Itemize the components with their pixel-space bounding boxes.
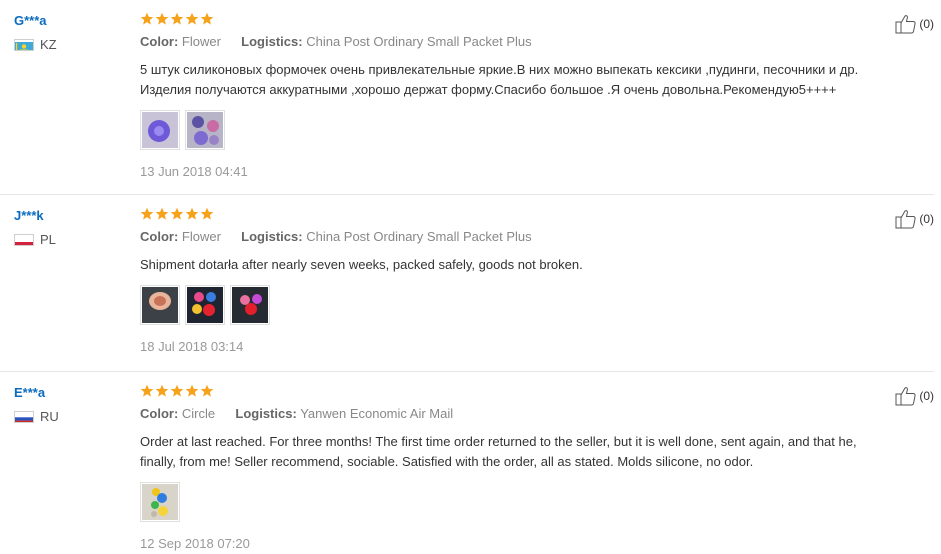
star-icon <box>155 207 169 220</box>
thumbs-up-icon <box>895 15 916 34</box>
country-code: PL <box>40 232 56 247</box>
review-photo-thumbnail[interactable] <box>185 110 225 150</box>
helpful-count: (0) <box>919 17 934 31</box>
star-icon <box>155 12 169 25</box>
star-icon <box>170 207 184 220</box>
color-value: Circle <box>181 406 216 421</box>
review-photo-thumbnail[interactable] <box>140 285 180 325</box>
reviewer-country: RU <box>14 409 124 424</box>
logistics-label: Logistics: <box>235 406 297 421</box>
color-label: Color: <box>140 406 179 421</box>
color-value: Flower <box>181 34 221 49</box>
color-value: Flower <box>181 229 221 244</box>
review-content: Color: Flower Logistics: China Post Ordi… <box>140 12 880 179</box>
country-code: KZ <box>40 37 57 52</box>
star-icon <box>185 12 199 25</box>
reviewer-info: G***a KZ <box>14 12 124 52</box>
reviewer-name[interactable]: J***k <box>14 207 124 224</box>
star-rating <box>140 12 880 29</box>
star-icon <box>140 12 154 25</box>
review-photo-thumbnail[interactable] <box>185 285 225 325</box>
star-icon <box>200 12 214 25</box>
reviewer-country: PL <box>14 232 124 247</box>
reviewer-country: KZ <box>14 37 124 52</box>
review-photo-thumbnail[interactable] <box>140 110 180 150</box>
review-date: 18 Jul 2018 03:14 <box>140 339 244 354</box>
color-label: Color: <box>140 229 179 244</box>
flag-ru-icon <box>14 410 34 423</box>
thumbs-up-icon <box>895 387 916 406</box>
review-photos <box>140 110 880 150</box>
star-icon <box>140 207 154 220</box>
star-icon <box>200 384 214 397</box>
color-label: Color: <box>140 34 179 49</box>
review-item: E***a RU Color: Circle Logistics: Yanwen… <box>0 372 934 554</box>
helpful-count: (0) <box>919 389 934 403</box>
star-rating <box>140 207 880 224</box>
country-code: RU <box>40 409 59 424</box>
review-photo-thumbnail[interactable] <box>140 482 180 522</box>
helpful-button[interactable]: (0) <box>895 209 934 229</box>
review-photo-thumbnail[interactable] <box>230 285 270 325</box>
order-info: Color: Flower Logistics: China Post Ordi… <box>140 33 880 51</box>
logistics-value: China Post Ordinary Small Packet Plus <box>306 34 532 49</box>
helpful-button[interactable]: (0) <box>895 14 934 34</box>
star-icon <box>185 207 199 220</box>
star-icon <box>140 384 154 397</box>
helpful-count: (0) <box>919 212 934 226</box>
review-text: Shipment dotarła after nearly seven week… <box>140 257 583 272</box>
logistics-value: China Post Ordinary Small Packet Plus <box>306 229 532 244</box>
review-item: J***k PL Color: Flower Logistics: China … <box>0 195 934 372</box>
star-icon <box>170 384 184 397</box>
star-icon <box>155 384 169 397</box>
flag-pl-icon <box>14 233 34 246</box>
reviewer-name[interactable]: G***a <box>14 12 124 29</box>
review-content: Color: Circle Logistics: Yanwen Economic… <box>140 384 880 551</box>
logistics-label: Logistics: <box>241 34 303 49</box>
review-item: G***a KZ Color: Flower Logistics: China … <box>0 0 934 195</box>
order-info: Color: Flower Logistics: China Post Ordi… <box>140 228 880 246</box>
logistics-label: Logistics: <box>241 229 303 244</box>
thumbs-up-icon <box>895 210 916 229</box>
reviewer-info: J***k PL <box>14 207 124 247</box>
reviewer-info: E***a RU <box>14 384 124 424</box>
helpful-button[interactable]: (0) <box>895 386 934 406</box>
reviewer-name[interactable]: E***a <box>14 384 124 401</box>
review-photos <box>140 285 880 325</box>
star-icon <box>185 384 199 397</box>
review-text: 5 штук силиконовых формочек очень привле… <box>140 62 859 97</box>
review-text: Order at last reached. For three months!… <box>140 434 857 469</box>
logistics-value: Yanwen Economic Air Mail <box>300 406 454 421</box>
star-icon <box>170 12 184 25</box>
review-date: 12 Sep 2018 07:20 <box>140 536 250 551</box>
star-icon <box>200 207 214 220</box>
review-date: 13 Jun 2018 04:41 <box>140 164 248 179</box>
order-info: Color: Circle Logistics: Yanwen Economic… <box>140 405 880 423</box>
review-photos <box>140 482 880 522</box>
star-rating <box>140 384 880 401</box>
review-content: Color: Flower Logistics: China Post Ordi… <box>140 207 880 354</box>
flag-kz-icon <box>14 38 34 51</box>
